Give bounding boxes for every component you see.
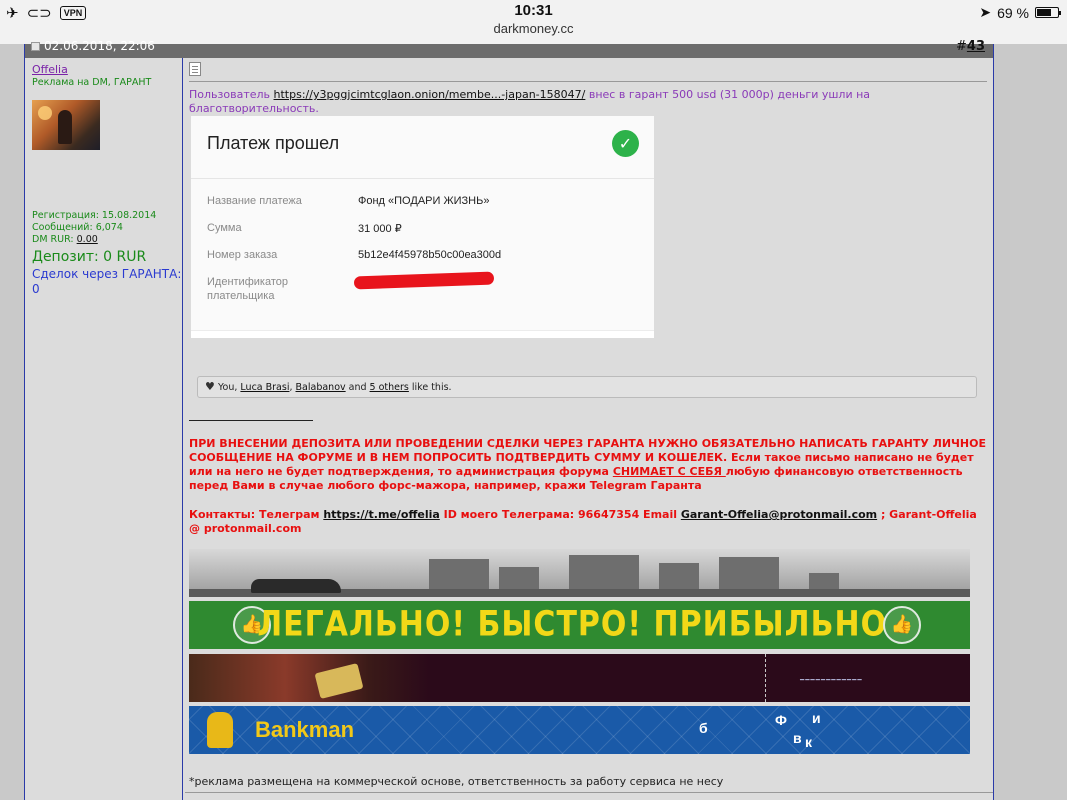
telegram-link[interactable]: https://t.me/offelia xyxy=(323,508,439,521)
post-date-text: 02.06.2018, 22:06 xyxy=(44,39,155,53)
like-user-luca[interactable]: Luca Brasi xyxy=(240,382,289,393)
signature-divider xyxy=(189,420,313,421)
page: 02.06.2018, 22:06 #43 Offelia Реклама на… xyxy=(0,39,1067,800)
checkmark-icon: ✓ xyxy=(612,130,639,157)
payment-name-value: Фонд «ПОДАРИ ЖИЗНЬ» xyxy=(358,195,490,207)
message-count: Сообщений: 6,074 xyxy=(32,222,123,233)
payment-divider xyxy=(191,178,654,179)
contacts: Контакты: Телеграм https://t.me/offelia … xyxy=(189,508,987,536)
address-bar[interactable]: darkmoney.cc xyxy=(0,21,1067,36)
post-date: 02.06.2018, 22:06 xyxy=(31,39,155,53)
forum-post: 02.06.2018, 22:06 #43 Offelia Реклама на… xyxy=(24,39,994,800)
like-others-link[interactable]: 5 others xyxy=(370,382,409,393)
warning-underlined: СНИМАЕТ С СЕБЯ xyxy=(612,465,726,478)
email-link[interactable]: Garant-Offelia@protonmail.com xyxy=(681,508,877,521)
post-bottom-divider xyxy=(185,792,993,793)
battery-icon xyxy=(1035,7,1061,18)
thumbs-up-icon: 👍 xyxy=(883,606,921,644)
banner-letter: к xyxy=(805,734,813,750)
banner-city[interactable] xyxy=(189,549,970,597)
banner-bankman[interactable]: Bankman б Ф и в к xyxy=(189,706,970,754)
heart-icon[interactable]: ♥ xyxy=(205,380,215,393)
post-number-link[interactable]: 43 xyxy=(967,39,985,54)
deposit: Депозит: 0 RUR xyxy=(32,249,147,265)
order-number-value: 5b12e4f45978b50c00ea300d xyxy=(358,249,502,261)
status-right: ➤ 69 % xyxy=(979,4,1061,21)
post-divider xyxy=(189,81,987,82)
ad-disclaimer: *реклама размещена на коммерческой основ… xyxy=(189,775,724,788)
car-icon xyxy=(251,579,341,593)
avatar-sun xyxy=(38,106,52,120)
banner-letter: в xyxy=(793,730,802,746)
banner-cards[interactable]: ━━━━━━━━━━━━ xyxy=(189,654,970,702)
battery-percent: 69 % xyxy=(997,4,1029,21)
likes-tail: like this. xyxy=(408,382,452,393)
post-content: Пользователь https://y3pggjcimtcglaon.on… xyxy=(185,58,993,800)
likes-you: You, xyxy=(218,382,241,393)
clock: 10:31 xyxy=(514,2,553,19)
payment-sum-label: Сумма xyxy=(207,222,242,234)
post-status-icon xyxy=(31,41,40,51)
deals-count: Сделок через ГАРАНТА: 0 xyxy=(32,267,182,296)
businessman-image xyxy=(189,654,429,702)
post-number-prefix: # xyxy=(956,39,967,54)
redaction-mark xyxy=(353,271,495,290)
payment-screenshot: Платеж прошел ✓ Название платежа Фонд «П… xyxy=(191,116,654,338)
member-profile-link[interactable]: https://y3pggjcimtcglaon.onion/membe...-… xyxy=(274,88,586,101)
location-arrow-icon: ➤ xyxy=(979,4,992,20)
status-bar: ✈ ⊂⊃ VPN 10:31 darkmoney.cc ➤ 69 % xyxy=(0,0,1067,44)
banner-divider xyxy=(765,654,766,702)
lion-logo-icon xyxy=(207,712,233,748)
likes-bar: ♥ You, Luca Brasi, Balabanov and 5 other… xyxy=(197,376,977,398)
payment-sum-value: 31 000 ₽ xyxy=(358,223,402,235)
document-icon xyxy=(189,62,201,76)
banner-letter: Ф xyxy=(775,712,787,728)
payer-id-label: Идентификатор плательщика xyxy=(207,276,288,302)
banner-legal[interactable]: 👍 ЛЕГАЛЬНО! БЫСТРО! ПРИБЫЛЬНО! 👍 xyxy=(189,601,970,649)
dm-rur-label: DM RUR: xyxy=(32,234,77,245)
user-info-column: Offelia Реклама на DM, ГАРАНТ Регистраци… xyxy=(25,58,183,800)
order-number-label: Номер заказа xyxy=(207,249,278,261)
likes-and: and xyxy=(345,382,370,393)
payment-name-label: Название платежа xyxy=(207,195,302,207)
banner-letter: и xyxy=(812,710,821,726)
banner-letter: б xyxy=(699,720,708,736)
bankman-logo-text: Bankman xyxy=(255,717,355,742)
post-number: #43 xyxy=(956,39,985,54)
guarantee-warning: ПРИ ВНЕСЕНИИ ДЕПОЗИТА ИЛИ ПРОВЕДЕНИИ СДЕ… xyxy=(189,437,987,493)
contacts-label: Контакты: Телеграм xyxy=(189,508,324,521)
post-header: 02.06.2018, 22:06 #43 xyxy=(25,39,993,58)
avatar-figure xyxy=(58,110,72,144)
username-link[interactable]: Offelia xyxy=(32,63,68,76)
banner-legal-text: ЛЕГАЛЬНО! БЫСТРО! ПРИБЫЛЬНО! xyxy=(257,604,902,645)
dm-rur-value[interactable]: 0.00 xyxy=(77,234,98,245)
like-user-balabanov[interactable]: Balabanov xyxy=(296,382,346,393)
dm-rur: DM RUR: 0.00 xyxy=(32,234,156,246)
battery-fill xyxy=(1037,9,1051,16)
post-intro: Пользователь https://y3pggjcimtcglaon.on… xyxy=(189,88,889,116)
user-title: Реклама на DM, ГАРАНТ xyxy=(32,77,152,88)
intro-prefix: Пользователь xyxy=(189,88,274,101)
registration-date: Регистрация: 15.08.2014 xyxy=(32,210,157,221)
avatar[interactable] xyxy=(32,100,100,150)
payment-card: Платеж прошел ✓ Название платежа Фонд «П… xyxy=(191,116,654,331)
telegram-id: ID моего Телеграма: 96647354 Email xyxy=(439,508,681,521)
payment-title: Платеж прошел xyxy=(207,133,340,153)
banner-logo: ━━━━━━━━━━━━ xyxy=(800,676,863,684)
user-stats: Регистрация: 15.08.2014 Сообщений: 6,074… xyxy=(32,210,156,246)
